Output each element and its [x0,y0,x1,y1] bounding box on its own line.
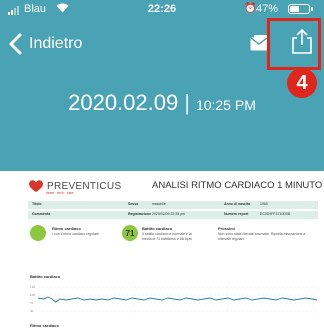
summary-text: • con il ritmo cardiaco regolare [52,232,100,236]
share-highlight-box [267,18,321,70]
info-label: Commento [32,212,51,216]
back-label: Indietro [29,35,83,52]
brand-tagline: heart · tech · care [46,191,74,195]
status-bar: Blau 22:26 ⏰ 47% [0,0,324,20]
back-button[interactable]: Indietro [6,32,82,56]
brand-name: PREVENTICUS [47,180,122,192]
report-preview[interactable]: PREVENTICUS heart · tech · care ANALISI … [22,171,324,329]
info-value: EC0D9FF3710D0B [260,212,291,216]
axis-tick: 70 [30,301,34,305]
summary-text: Il battito cardiaco è normale e la media… [142,232,192,241]
record-date: 2020.02.09 [68,90,179,115]
heart-logo-icon [29,180,43,192]
info-row: Commento Registrazione 2020/02/09 22:25 … [28,211,318,219]
info-row: Titolo Sesso maschile Anno di nascita 19… [28,201,318,209]
chart-label-2: Ritmo cardiaco [30,323,59,328]
rhythm-status-dot [30,225,46,241]
heart-rate-chart [37,283,318,315]
summary-text: Non sono state rilevate anomalie. Ripeti… [218,232,306,241]
summary-heading: Battito cardiaco [142,226,173,231]
chevron-left-icon [9,33,22,55]
record-datetime: 2020.02.09 | 10:25 PM [0,90,324,116]
battery-icon [288,4,313,14]
info-label: Anno di nascita [224,202,251,206]
report-title: ANALISI RITMO CARDIACO 1 MINUTO [152,180,323,191]
heart-rate-score: 71 [122,225,138,241]
alarm-icon: ⏰ [244,3,257,14]
battery-percent: 47% [256,3,279,15]
info-label: Sesso [128,202,139,206]
info-value: 2020/02/09 22:25 pm [152,212,186,216]
info-label: Titolo [32,202,42,206]
datetime-separator: | [184,90,190,115]
axis-tick: 40 [30,309,34,313]
info-label: Registrazione [128,212,151,216]
info-label: Numero report [224,212,249,216]
summary-heading: Ritmo cardiaco [52,226,81,231]
axis-tick: 100 [30,293,36,297]
axis-tick: 130 [30,285,36,289]
record-time: 10:25 PM [195,97,256,113]
summary-heading: Prossimi [218,226,235,231]
preventicus-logo: PREVENTICUS heart · tech · care [28,179,122,195]
info-value: maschile [152,202,166,206]
chart-label: Battito cardiaco [30,274,61,279]
info-value: 1965 [260,202,268,206]
